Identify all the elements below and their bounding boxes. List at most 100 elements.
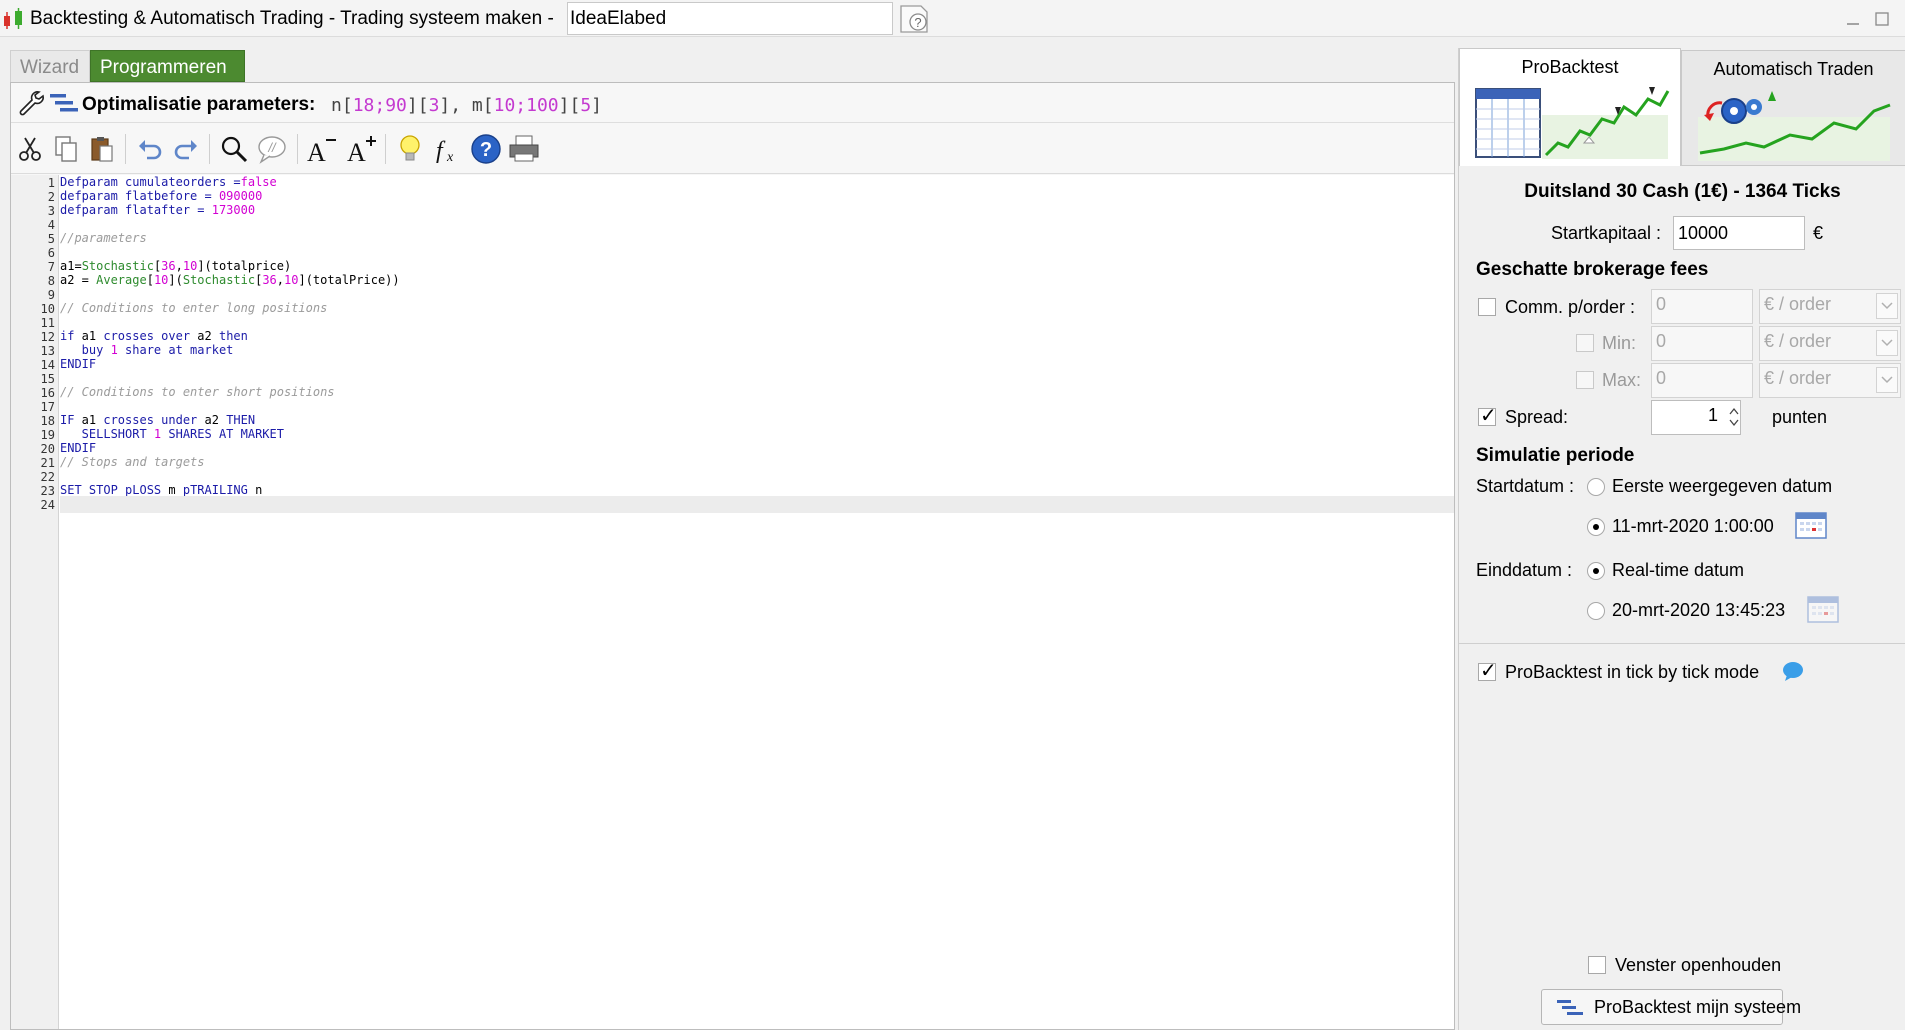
line-number: 13 xyxy=(40,344,55,358)
min-input[interactable]: 0 xyxy=(1651,326,1753,361)
svg-text://: // xyxy=(267,140,277,155)
startkapitaal-input[interactable] xyxy=(1673,216,1805,250)
undo-icon[interactable] xyxy=(131,130,169,168)
title-bar: Backtesting & Automatisch Trading - Trad… xyxy=(0,0,1905,37)
parameters-list-icon[interactable] xyxy=(49,93,79,113)
search-icon[interactable] xyxy=(215,130,253,168)
comm-input[interactable]: 0 xyxy=(1651,289,1753,324)
line-number-gutter: 1 2 3 4 5 6 7 8 9 10 11 12 13 14 15 16 17 18 19 20 21 22 23 24 xyxy=(11,175,59,1029)
function-icon[interactable]: fx xyxy=(429,130,467,168)
code-line[interactable]: // Conditions to enter long positions xyxy=(60,300,327,317)
spread-unit-label: punten xyxy=(1772,407,1828,427)
lightbulb-icon[interactable] xyxy=(391,130,429,168)
backtest-list-icon xyxy=(1557,1000,1583,1015)
font-increase-icon[interactable]: A xyxy=(343,130,381,168)
code-editor[interactable]: 1 2 3 4 5 6 7 8 9 10 11 12 13 14 15 16 17 18 19 20 21 22 23 24 … xyxy=(11,175,1454,1029)
run-backtest-label: ProBacktest mijn systeem xyxy=(1594,997,1802,1017)
line-number: 17 xyxy=(40,400,55,414)
line-number: 15 xyxy=(40,372,55,386)
code-line[interactable]: // Conditions to enter short positions xyxy=(60,384,335,401)
line-number: 3 xyxy=(47,204,55,218)
chevron-down-icon xyxy=(1876,293,1898,319)
spread-stepper[interactable]: 1 xyxy=(1651,400,1741,435)
print-icon[interactable] xyxy=(505,130,543,168)
svg-text:A: A xyxy=(347,138,366,164)
comment-icon[interactable]: // xyxy=(253,130,291,168)
line-number: 5 xyxy=(47,232,55,246)
code-line[interactable]: defparam flatafter = 173000 xyxy=(60,202,255,219)
restore-icon[interactable] xyxy=(1873,10,1891,28)
fees-header: Geschatte brokerage fees xyxy=(1476,259,1709,280)
end-realtime-radio[interactable] xyxy=(1587,562,1605,580)
editor-toolbar: // A A fx ? xyxy=(11,124,1454,174)
code-line[interactable]: //parameters xyxy=(60,230,147,247)
einddatum-label: Einddatum : xyxy=(1476,560,1573,580)
line-number: 4 xyxy=(47,218,55,232)
copy-icon[interactable] xyxy=(47,130,85,168)
run-backtest-button[interactable]: ProBacktest mijn systeem xyxy=(1541,989,1801,1025)
min-unit-select[interactable]: € / order xyxy=(1759,326,1901,361)
simulation-header: Simulatie periode xyxy=(1476,445,1635,466)
line-number: 19 xyxy=(40,428,55,442)
spread-label: Spread: xyxy=(1505,407,1569,427)
minimize-icon[interactable] xyxy=(1844,10,1862,28)
line-number: 1 xyxy=(47,176,55,190)
line-number: 21 xyxy=(40,456,55,470)
instrument-title: Duitsland 30 Cash (1€) - 1364 Ticks xyxy=(1524,181,1841,202)
line-number: 22 xyxy=(40,470,55,484)
svg-text:x: x xyxy=(446,150,454,164)
tick-mode-checkbox[interactable]: ✓ xyxy=(1478,660,1497,682)
max-unit-select[interactable]: € / order xyxy=(1759,363,1901,398)
tab-auto-label: Automatisch Traden xyxy=(1713,59,1874,79)
comm-unit-select[interactable]: € / order xyxy=(1759,289,1901,324)
code-line[interactable]: ENDIF xyxy=(60,356,96,373)
optimization-bar: Optimalisatie parameters: n[18;90][3], m… xyxy=(11,83,1454,123)
code-line[interactable]: a2 = Average[10](Stochastic[36,10](total… xyxy=(60,272,400,289)
code-line[interactable] xyxy=(60,496,1454,513)
tab-automatisch-traden[interactable]: Automatisch Traden xyxy=(1681,50,1905,166)
start-custom-date-radio[interactable] xyxy=(1587,518,1605,536)
end-custom-date-label: 20-mrt-2020 13:45:23 xyxy=(1612,600,1786,620)
wrench-icon[interactable] xyxy=(17,89,45,117)
spread-checkbox[interactable]: ✓ xyxy=(1478,405,1497,427)
max-input[interactable]: 0 xyxy=(1651,363,1753,398)
keep-open-checkbox[interactable] xyxy=(1588,956,1606,974)
svg-text:f: f xyxy=(436,138,446,164)
line-number: 6 xyxy=(47,246,55,260)
tab-wizard[interactable]: Wizard xyxy=(10,50,90,82)
help-icon[interactable]: ? xyxy=(467,130,505,168)
comm-checkbox[interactable] xyxy=(1478,298,1496,316)
optimization-label: Optimalisatie parameters: xyxy=(82,94,316,115)
end-custom-date-radio[interactable] xyxy=(1587,602,1605,620)
max-checkbox[interactable] xyxy=(1576,371,1594,389)
start-first-date-radio[interactable] xyxy=(1587,478,1605,496)
paste-icon[interactable] xyxy=(83,130,121,168)
tab-probacktest-label: ProBacktest xyxy=(1521,57,1619,77)
startdatum-label: Startdatum : xyxy=(1476,476,1575,496)
tick-mode-label: ProBacktest in tick by tick mode xyxy=(1505,662,1760,682)
document-help-icon[interactable]: ? xyxy=(897,4,933,34)
startkapitaal-label: Startkapitaal : xyxy=(1551,223,1662,243)
min-checkbox[interactable] xyxy=(1576,334,1594,352)
calendar-icon[interactable] xyxy=(1794,510,1828,540)
system-name-input[interactable] xyxy=(567,2,893,35)
tab-probacktest[interactable]: ProBacktest xyxy=(1459,48,1681,166)
line-number: 10 xyxy=(40,302,55,316)
svg-text:?: ? xyxy=(914,15,921,30)
tab-programmeren[interactable]: Programmeren xyxy=(90,50,245,82)
line-number: 23 xyxy=(40,484,55,498)
line-number: 24 xyxy=(40,498,55,512)
cut-icon[interactable] xyxy=(11,130,49,168)
line-number: 16 xyxy=(40,386,55,400)
font-decrease-icon[interactable]: A xyxy=(303,130,341,168)
redo-icon[interactable] xyxy=(167,130,205,168)
checkmark-icon: ✓ xyxy=(1480,405,1497,427)
start-first-date-label: Eerste weergegeven datum xyxy=(1612,476,1833,496)
stepper-arrows-icon[interactable] xyxy=(1729,406,1739,428)
code-line[interactable]: // Stops and targets xyxy=(60,454,205,471)
divider xyxy=(1459,643,1905,644)
optimization-values[interactable]: n[18;90][3], m[10;100][5] xyxy=(331,95,602,116)
chevron-down-icon xyxy=(1876,330,1898,356)
info-bubble-icon[interactable] xyxy=(1781,660,1805,682)
line-number: 20 xyxy=(40,442,55,456)
